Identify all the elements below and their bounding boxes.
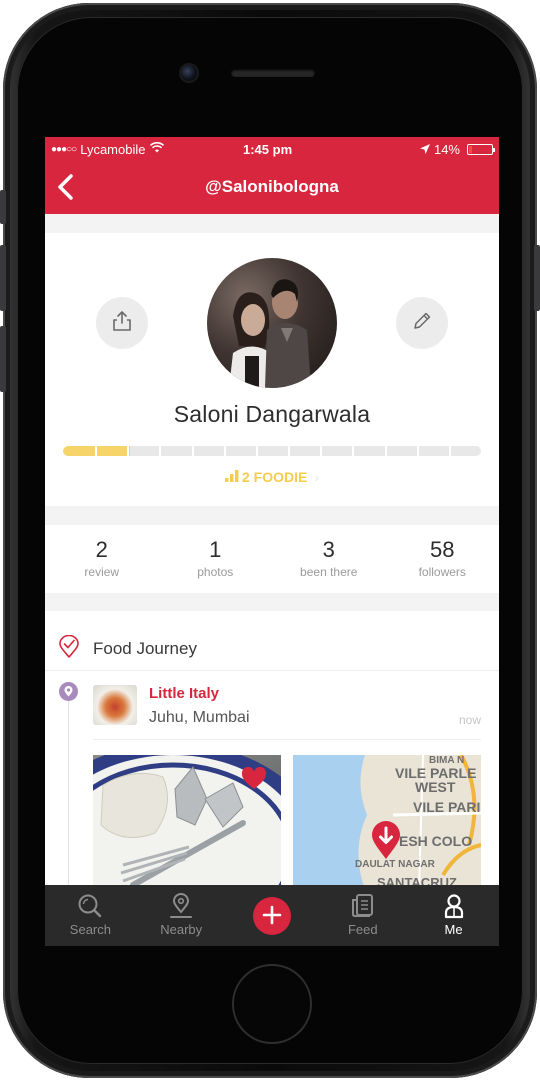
level-bars-icon [224,469,239,485]
stat-value: 2 [95,537,108,562]
page-title: @Salonibologna [205,177,339,196]
tab-label: Search [69,922,111,937]
stat-been-there[interactable]: 3 been there [272,525,386,593]
stats-row: 2 review 1 photos 3 been there 58 follow… [45,525,499,593]
earpiece-speaker [231,69,315,77]
map-marker-icon [371,821,401,866]
status-bar: ●●●○○ Lycamobile 1:45 pm 14% [45,137,499,161]
volume-up-button [0,245,6,311]
map-label: ESH COLO [399,833,473,849]
add-button[interactable] [252,897,291,935]
restaurant-map[interactable]: BIMA N VILE PARLE WEST VILE PARI ESH COL… [293,755,481,890]
tab-add[interactable] [227,885,318,946]
check-pin-icon [58,634,80,664]
home-button[interactable] [232,964,312,1044]
share-icon [111,310,133,337]
progress-segment-divider [255,446,258,456]
battery-percent: 14% [433,141,460,157]
avatar[interactable] [207,258,337,388]
battery-fill [469,145,473,153]
food-journey-header: Food Journey [45,611,499,671]
map-label: VILE PARI [413,799,481,815]
battery-icon [467,143,495,155]
nav-bar: @Salonibologna [45,161,499,214]
search-icon [77,893,103,919]
tab-bar: Search Nearby Feed Me [45,885,499,946]
power-button [534,245,540,311]
restaurant-thumbnail[interactable] [93,685,137,725]
profile-name: Saloni Dangarwala [173,401,371,427]
timeline-pin-icon [59,682,78,701]
carrier-name: Lycamobile [80,141,146,157]
stat-reviews[interactable]: 2 review [45,525,159,593]
progress-segment-divider [416,446,419,456]
stat-photos[interactable]: 1 photos [159,525,273,593]
stat-label: followers [418,565,466,579]
wifi-icon [150,142,165,156]
chevron-right-icon: › [314,469,320,485]
restaurant-location: Juhu, Mumbai [149,709,250,726]
location-arrow-icon [419,142,430,157]
tab-label: Nearby [160,922,203,937]
food-journey-title: Food Journey [93,639,197,658]
pencil-icon [411,310,433,337]
plus-icon [262,905,282,928]
progress-segment-divider [191,446,194,456]
app-screen: ●●●○○ Lycamobile 1:45 pm 14% @Salonibolo… [45,137,499,946]
stat-value: 3 [322,537,335,562]
level-progress-bar [63,446,481,456]
tab-search[interactable]: Search [45,885,136,946]
food-photo[interactable] [93,755,281,890]
progress-segment-divider [223,446,226,456]
tab-feed[interactable]: Feed [317,885,408,946]
level-badge[interactable]: 2 FOODIE › [45,469,499,485]
progress-segment-divider [159,446,162,456]
edit-button[interactable] [396,297,448,349]
progress-segment-divider [320,446,323,456]
status-time: 1:45 pm [243,141,293,157]
share-button[interactable] [96,297,148,349]
user-icon [441,893,467,919]
tab-label: Feed [347,922,378,937]
progress-segment-divider [384,446,387,456]
restaurant-name[interactable]: Little Italy [149,685,219,702]
volume-down-button [0,326,6,392]
stat-label: been there [300,565,358,579]
location-pin-icon [168,893,194,919]
divider [93,739,481,740]
map-label: WEST [415,779,456,795]
progress-segment-divider [127,446,130,456]
signal-strength: ●●●○○ [51,143,77,155]
stat-followers[interactable]: 58 followers [386,525,500,593]
level-label: 2 FOODIE [241,469,308,485]
tab-label: Me [444,922,463,937]
profile-card: Saloni Dangarwala 2 FOODIE › [45,233,499,506]
stat-value: 58 [430,537,455,562]
stat-label: review [84,565,120,579]
progress-segment-divider [95,446,98,456]
mute-switch [0,190,6,224]
heart-icon[interactable] [241,766,267,796]
stat-value: 1 [209,537,222,562]
feed-icon [350,893,376,919]
progress-segment-divider [448,446,451,456]
entry-time: now [458,713,481,727]
progress-segment-divider [352,446,355,456]
tab-nearby[interactable]: Nearby [136,885,227,946]
progress-segment-divider [288,446,291,456]
stat-label: photos [197,565,234,579]
tab-me[interactable]: Me [408,885,499,946]
front-camera [181,65,197,81]
